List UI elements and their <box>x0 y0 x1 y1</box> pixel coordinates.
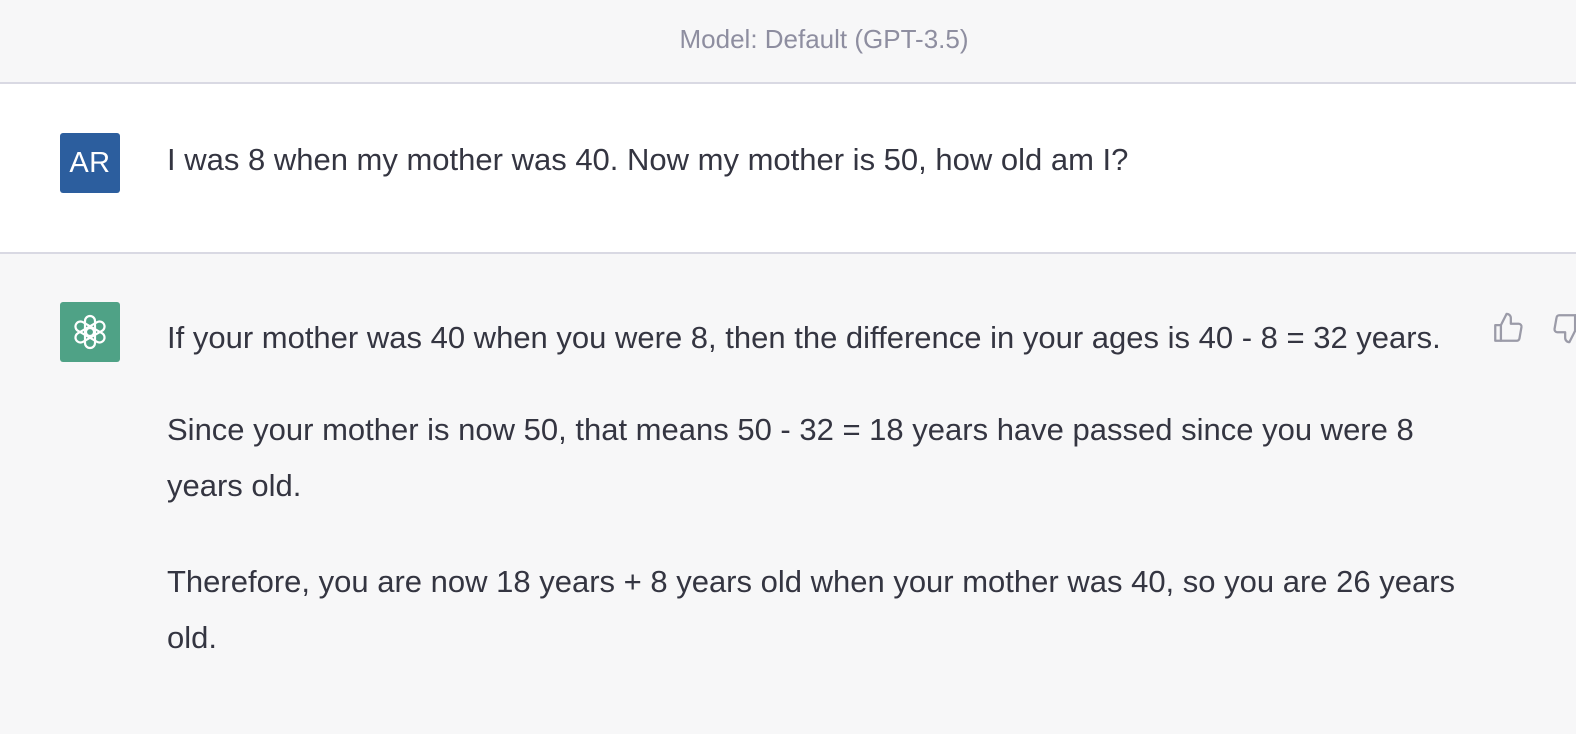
user-avatar: AR <box>60 133 120 193</box>
thumbs-down-icon <box>1553 314 1576 344</box>
user-message-row: AR I was 8 when my mother was 40. Now my… <box>0 84 1576 254</box>
thumbs-down-button[interactable] <box>1548 308 1576 348</box>
assistant-message-text: If your mother was 40 when you were 8, t… <box>167 310 1467 706</box>
answer-paragraph-3: Therefore, you are now 18 years + 8 year… <box>167 564 1456 655</box>
model-header: Model: Default (GPT-3.5) <box>0 0 1576 84</box>
user-message-text: I was 8 when my mother was 40. Now my mo… <box>167 142 1129 177</box>
openai-logo-icon <box>74 314 106 350</box>
thumbs-up-icon <box>1494 312 1523 342</box>
answer-paragraph-1: If your mother was 40 when you were 8, t… <box>167 320 1441 355</box>
user-avatar-initials: AR <box>69 146 111 179</box>
answer-paragraph-2: Since your mother is now 50, that means … <box>167 412 1414 503</box>
assistant-avatar <box>60 302 120 362</box>
thumbs-up-button[interactable] <box>1488 308 1528 348</box>
model-label: Model: Default (GPT-3.5) <box>679 23 969 54</box>
assistant-message-row: If your mother was 40 when you were 8, t… <box>0 254 1576 734</box>
feedback-buttons <box>1488 308 1576 348</box>
